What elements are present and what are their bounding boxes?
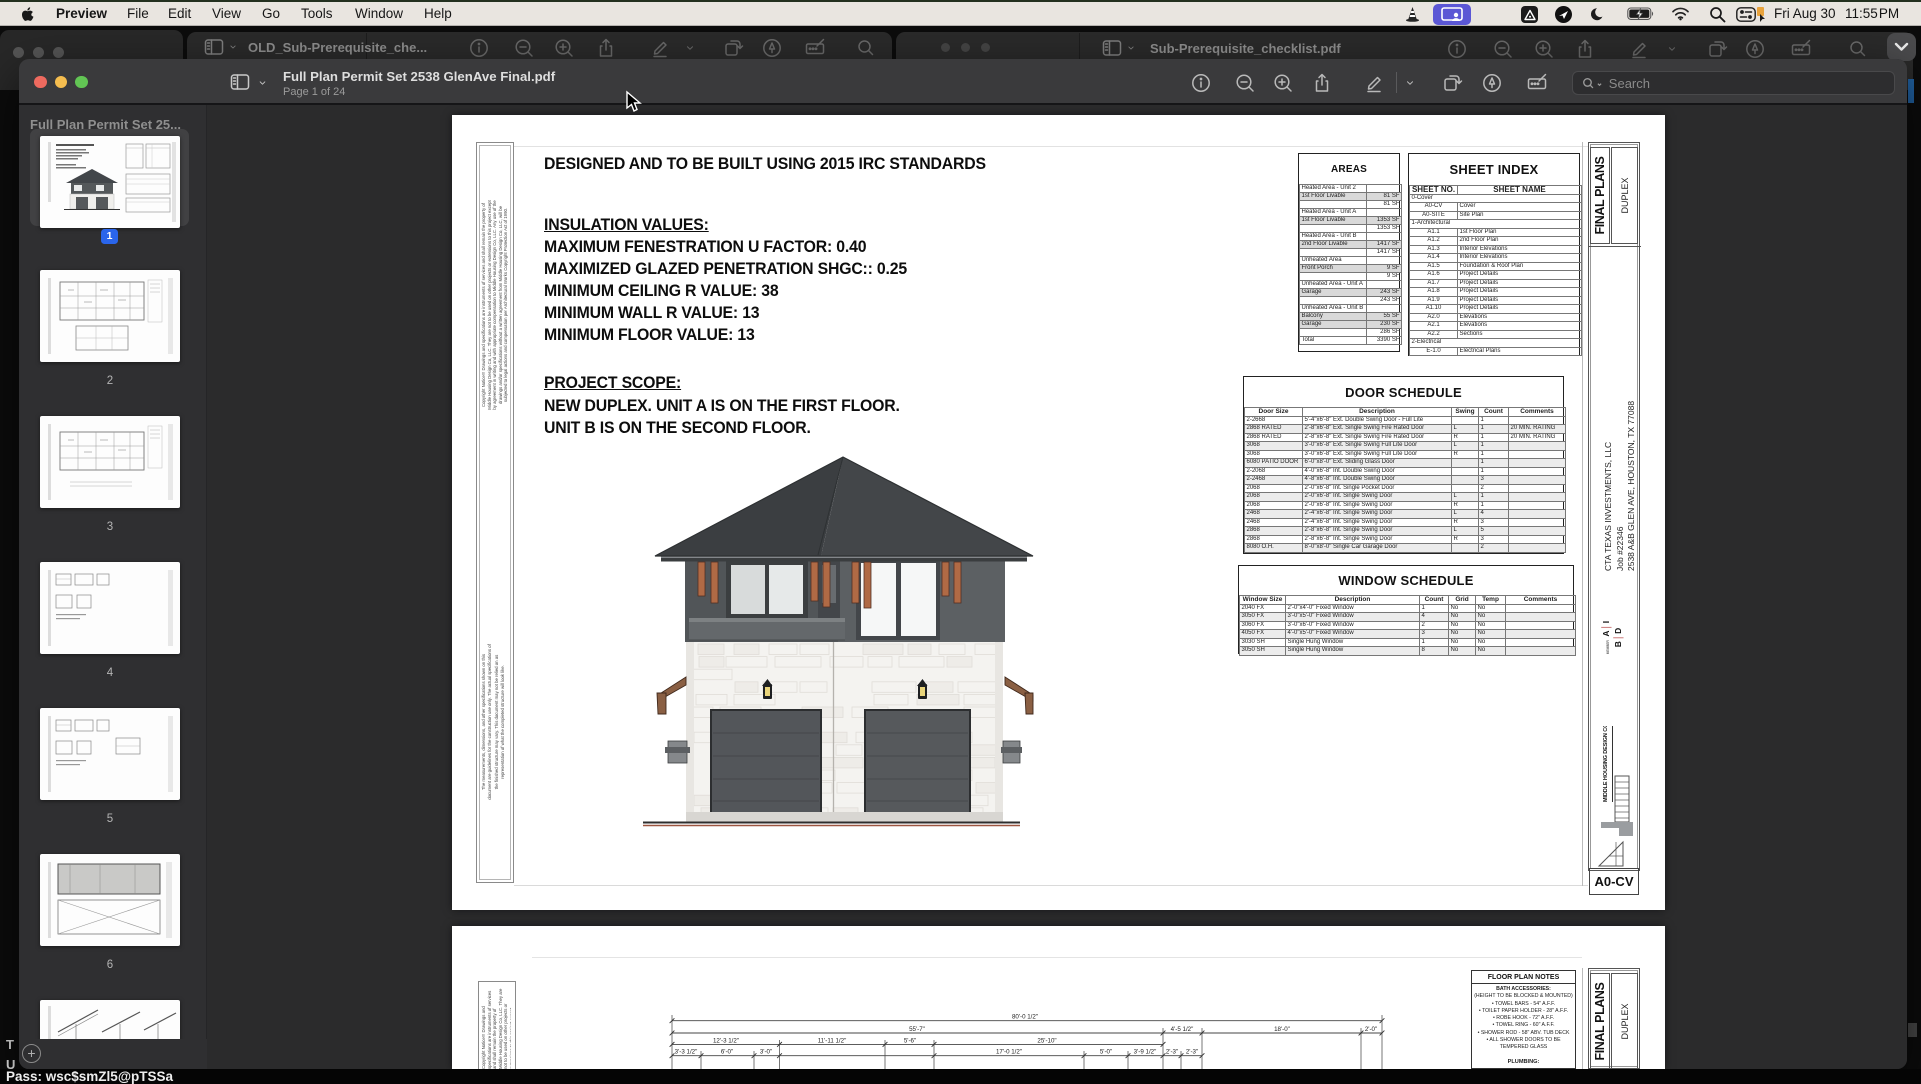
svg-text:5'-6": 5'-6" xyxy=(904,1037,916,1044)
svg-text:2'-3": 2'-3" xyxy=(1166,1049,1178,1056)
svg-text:25'-10": 25'-10" xyxy=(1037,1037,1056,1044)
svg-text:2'-3": 2'-3" xyxy=(1186,1049,1198,1056)
svg-text:55'-7": 55'-7" xyxy=(909,1026,925,1033)
svg-text:6'-0": 6'-0" xyxy=(721,1049,733,1056)
svg-text:80'-0 1/2": 80'-0 1/2" xyxy=(1012,1014,1038,1021)
svg-text:5'-0": 5'-0" xyxy=(1100,1049,1112,1056)
svg-text:17'-0 1/2": 17'-0 1/2" xyxy=(996,1049,1022,1056)
svg-text:3'-9 1/2": 3'-9 1/2" xyxy=(1134,1049,1157,1056)
svg-text:4'-5 1/2": 4'-5 1/2" xyxy=(1171,1026,1194,1033)
svg-text:11'-11 1/2": 11'-11 1/2" xyxy=(818,1037,847,1044)
svg-text:2'-0": 2'-0" xyxy=(1365,1026,1377,1033)
svg-text:3'-0": 3'-0" xyxy=(760,1049,772,1056)
svg-text:12'-3 1/2": 12'-3 1/2" xyxy=(713,1037,739,1044)
svg-text:3'-3 1/2": 3'-3 1/2" xyxy=(675,1049,698,1056)
svg-text:18'-0": 18'-0" xyxy=(1274,1026,1290,1033)
